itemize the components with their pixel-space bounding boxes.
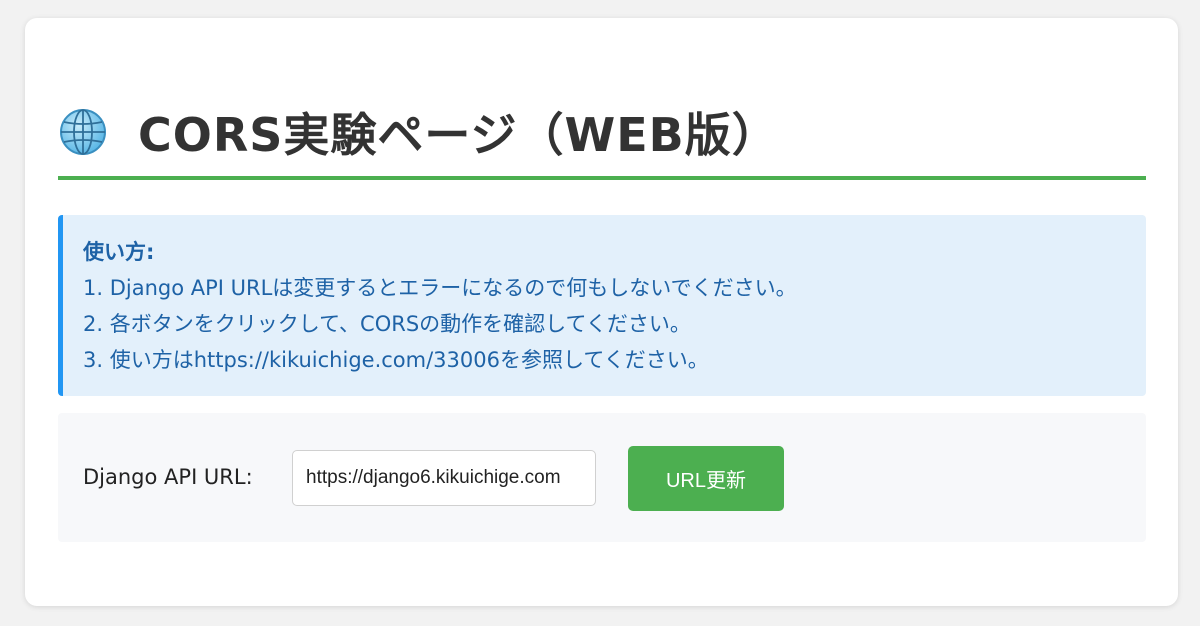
globe-icon	[60, 109, 106, 155]
instruction-line: 3. 使い方はhttps://kikuichige.com/33006を参照して…	[83, 348, 709, 372]
instruction-line: 1. Django API URLは変更するとエラーになるので何もしないでくださ…	[83, 276, 797, 300]
page-header: CORS実験ページ（WEB版）	[58, 96, 1146, 180]
instructions-heading: 使い方:	[83, 240, 155, 264]
api-url-label: Django API URL:	[83, 465, 253, 489]
update-url-button[interactable]: URL更新	[628, 446, 784, 511]
instruction-line: 2. 各ボタンをクリックして、CORSの動作を確認してください。	[83, 312, 691, 336]
api-url-panel: Django API URL: URL更新	[58, 413, 1146, 542]
api-url-input[interactable]	[292, 450, 596, 506]
page-title: CORS実験ページ（WEB版）	[138, 108, 779, 162]
instructions-box: 使い方: 1. Django API URLは変更するとエラーになるので何もしな…	[58, 215, 1146, 396]
main-card: CORS実験ページ（WEB版） 使い方: 1. Django API URLは変…	[25, 18, 1178, 606]
